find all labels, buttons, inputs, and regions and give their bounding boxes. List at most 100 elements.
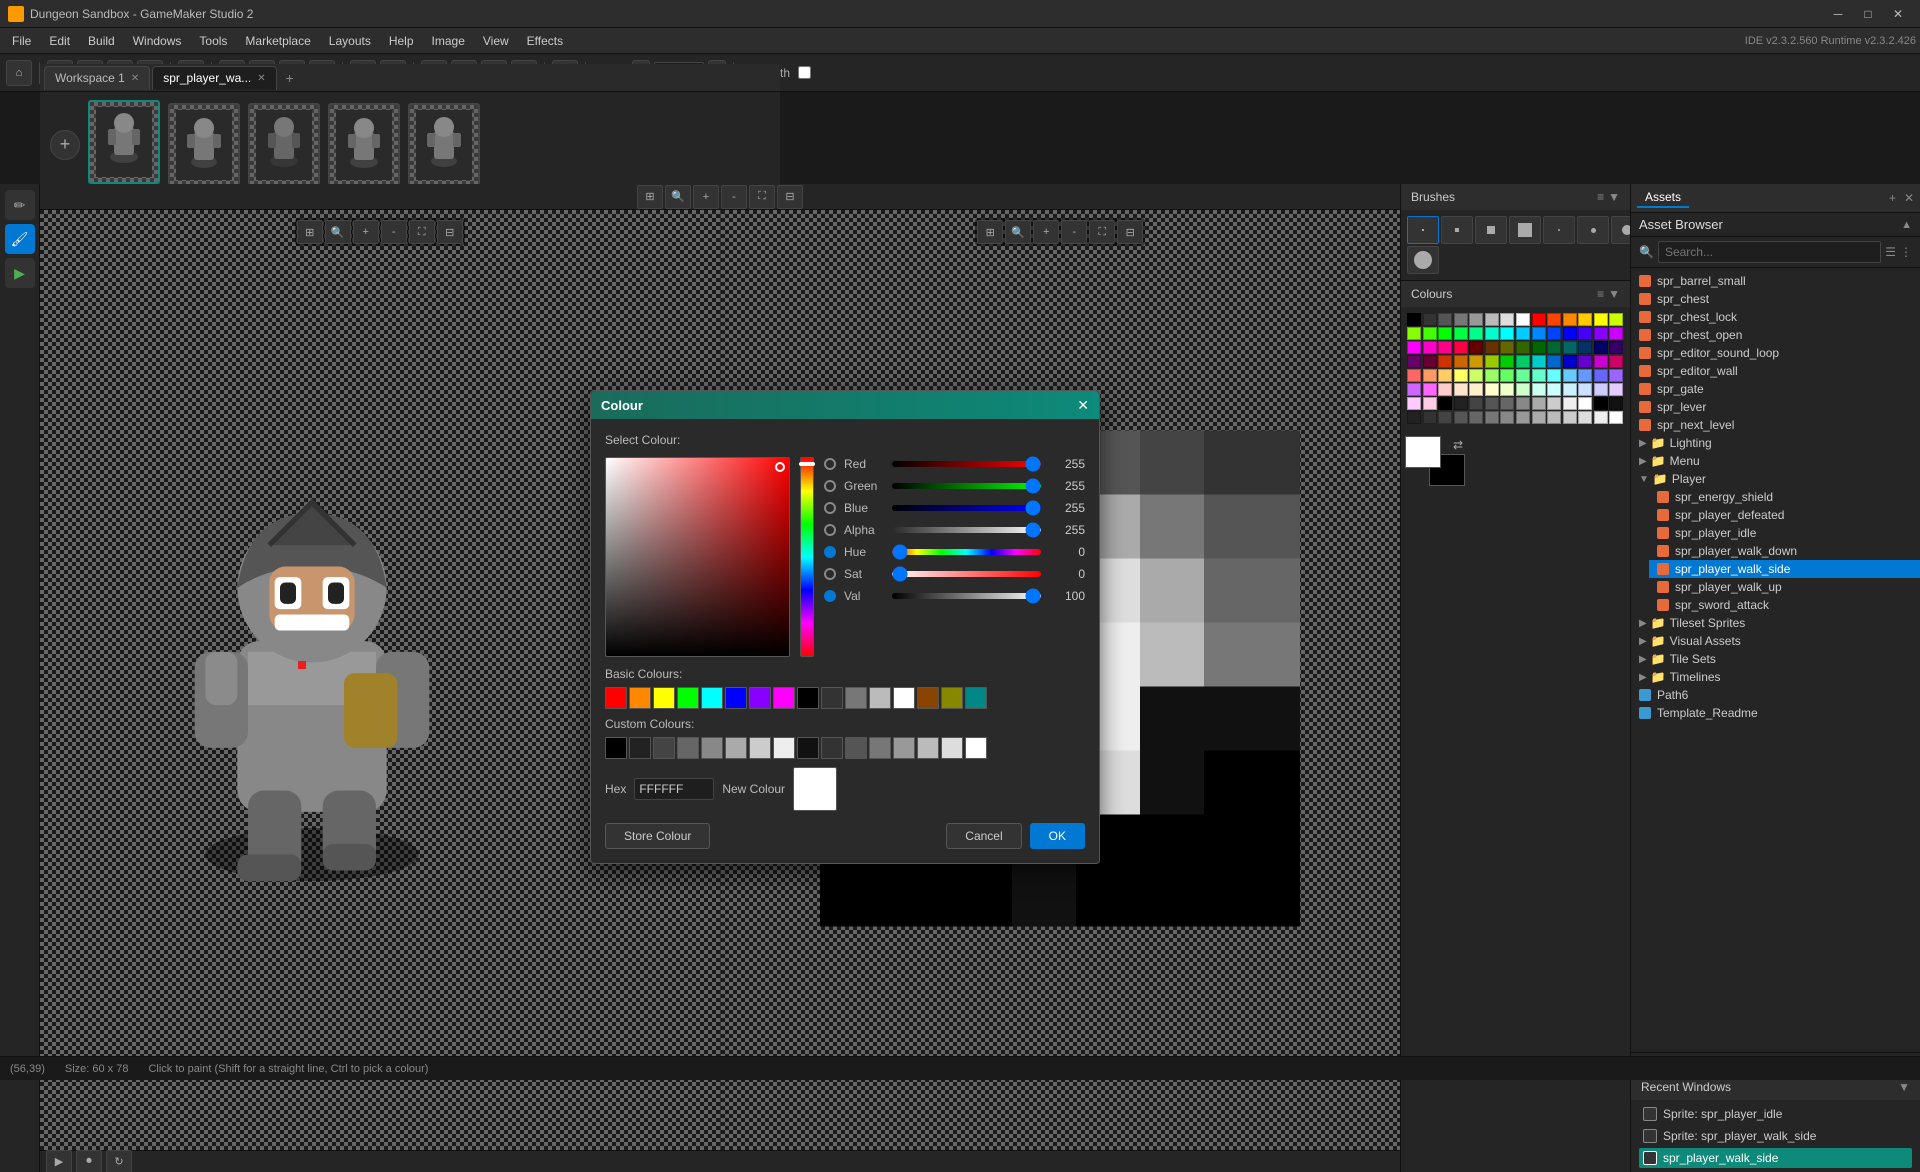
folder-lighting[interactable]: ▶ 📁 Lighting	[1631, 434, 1920, 452]
palette-cell[interactable]	[1423, 313, 1437, 326]
palette-cell[interactable]	[1594, 369, 1608, 382]
palette-cell[interactable]	[1547, 369, 1561, 382]
brushes-expand-icon[interactable]: ▼	[1608, 190, 1620, 204]
maximize-button[interactable]: □	[1854, 0, 1882, 28]
tool-brush[interactable]: 🖌	[5, 224, 35, 254]
folder-tilesets[interactable]: ▶ 📁 Tile Sets	[1631, 650, 1920, 668]
menu-effects[interactable]: Effects	[519, 32, 571, 50]
palette-cell[interactable]	[1609, 355, 1623, 368]
palette-cell[interactable]	[1516, 355, 1530, 368]
palette-cell[interactable]	[1594, 383, 1608, 396]
palette-cell[interactable]	[1423, 411, 1437, 424]
frame-4[interactable]	[328, 103, 400, 187]
colour-hue-bar[interactable]	[800, 457, 814, 657]
ok-button[interactable]: OK	[1030, 823, 1085, 849]
search-options-icon[interactable]: ⋮	[1900, 245, 1912, 259]
frame-5[interactable]	[408, 103, 480, 187]
canvas-zoom-out2[interactable]: -	[721, 185, 747, 209]
basic-colour-cell[interactable]	[773, 687, 795, 709]
left-fit-btn[interactable]: ⛶	[409, 220, 435, 244]
right-grid-btn[interactable]: ⊞	[977, 220, 1003, 244]
val-slider[interactable]	[892, 593, 1041, 599]
palette-cell[interactable]	[1532, 355, 1546, 368]
palette-cell[interactable]	[1516, 327, 1530, 340]
palette-cell[interactable]	[1594, 313, 1608, 326]
palette-cell[interactable]	[1547, 383, 1561, 396]
tab-workspace1-close[interactable]: ✕	[131, 73, 139, 84]
right-zoom-out-btn[interactable]: 🔍	[1005, 220, 1031, 244]
left-zoom-out-btn[interactable]: 🔍	[325, 220, 351, 244]
palette-cell[interactable]	[1547, 355, 1561, 368]
brush-2px[interactable]	[1441, 216, 1473, 244]
palette-cell[interactable]	[1500, 397, 1514, 410]
palette-cell[interactable]	[1407, 411, 1421, 424]
palette-cell[interactable]	[1454, 411, 1468, 424]
palette-cell[interactable]	[1563, 411, 1577, 424]
palette-cell[interactable]	[1563, 341, 1577, 354]
palette-cell[interactable]	[1594, 355, 1608, 368]
hue-slider[interactable]	[892, 549, 1041, 555]
menu-file[interactable]: File	[4, 32, 39, 50]
red-radio[interactable]	[824, 458, 836, 470]
tree-item-spr-player-defeated[interactable]: spr_player_defeated	[1649, 506, 1920, 524]
colours-expand-icon[interactable]: ▼	[1608, 287, 1620, 301]
palette-cell[interactable]	[1563, 397, 1577, 410]
palette-cell[interactable]	[1438, 341, 1452, 354]
palette-cell[interactable]	[1547, 327, 1561, 340]
palette-cell[interactable]	[1609, 341, 1623, 354]
minimize-button[interactable]: ─	[1824, 0, 1852, 28]
palette-cell[interactable]	[1407, 327, 1421, 340]
palette-cell[interactable]	[1454, 397, 1468, 410]
left-grid-btn[interactable]: ⊞	[297, 220, 323, 244]
palette-cell[interactable]	[1609, 383, 1623, 396]
tab-sprite-close[interactable]: ✕	[257, 73, 265, 84]
colours-menu-icon[interactable]: ≡	[1597, 287, 1604, 301]
palette-cell[interactable]	[1469, 369, 1483, 382]
menu-view[interactable]: View	[475, 32, 517, 50]
basic-colour-cell[interactable]	[653, 687, 675, 709]
tab-sprite[interactable]: spr_player_wa... ✕	[152, 66, 276, 90]
custom-colour-cell[interactable]	[773, 737, 795, 759]
basic-colour-cell[interactable]	[797, 687, 819, 709]
basic-colour-cell[interactable]	[845, 687, 867, 709]
tab-add-button[interactable]: +	[279, 67, 301, 89]
palette-cell[interactable]	[1563, 327, 1577, 340]
brush-4px-r[interactable]	[1611, 216, 1630, 244]
palette-cell[interactable]	[1407, 369, 1421, 382]
palette-cell[interactable]	[1469, 313, 1483, 326]
palette-cell[interactable]	[1423, 383, 1437, 396]
palette-cell[interactable]	[1454, 383, 1468, 396]
palette-cell[interactable]	[1532, 397, 1546, 410]
folder-visual[interactable]: ▶ 📁 Visual Assets	[1631, 632, 1920, 650]
tree-item-template-readme[interactable]: Template_Readme	[1631, 704, 1920, 722]
canvas-zoom-out[interactable]: 🔍	[665, 185, 691, 209]
custom-colour-cell[interactable]	[749, 737, 771, 759]
folder-player[interactable]: ▼ 📁 Player	[1631, 470, 1920, 488]
palette-cell[interactable]	[1407, 355, 1421, 368]
basic-colour-cell[interactable]	[629, 687, 651, 709]
palette-cell[interactable]	[1516, 397, 1530, 410]
palette-cell[interactable]	[1407, 341, 1421, 354]
menu-edit[interactable]: Edit	[41, 32, 78, 50]
palette-cell[interactable]	[1500, 341, 1514, 354]
custom-colour-cell[interactable]	[677, 737, 699, 759]
basic-colour-cell[interactable]	[605, 687, 627, 709]
toolbar-home[interactable]: ⌂	[6, 60, 32, 86]
brush-4px-sq[interactable]	[1475, 216, 1507, 244]
palette-cell[interactable]	[1438, 411, 1452, 424]
smooth-checkbox[interactable]	[798, 66, 811, 79]
palette-cell[interactable]	[1532, 411, 1546, 424]
basic-colour-cell[interactable]	[821, 687, 843, 709]
foreground-colour-swatch[interactable]	[1405, 436, 1441, 468]
canvas-loop-btn[interactable]: ↻	[106, 1150, 132, 1172]
swap-colours-button[interactable]: ⇄	[1453, 438, 1463, 452]
palette-cell[interactable]	[1532, 383, 1546, 396]
palette-cell[interactable]	[1516, 369, 1530, 382]
tree-item-spr-walk-side[interactable]: spr_player_walk_side	[1649, 560, 1920, 578]
palette-cell[interactable]	[1469, 411, 1483, 424]
tree-item-spr-lever[interactable]: spr_lever	[1631, 398, 1920, 416]
palette-cell[interactable]	[1485, 355, 1499, 368]
palette-cell[interactable]	[1578, 383, 1592, 396]
basic-colour-cell[interactable]	[725, 687, 747, 709]
palette-cell[interactable]	[1500, 383, 1514, 396]
